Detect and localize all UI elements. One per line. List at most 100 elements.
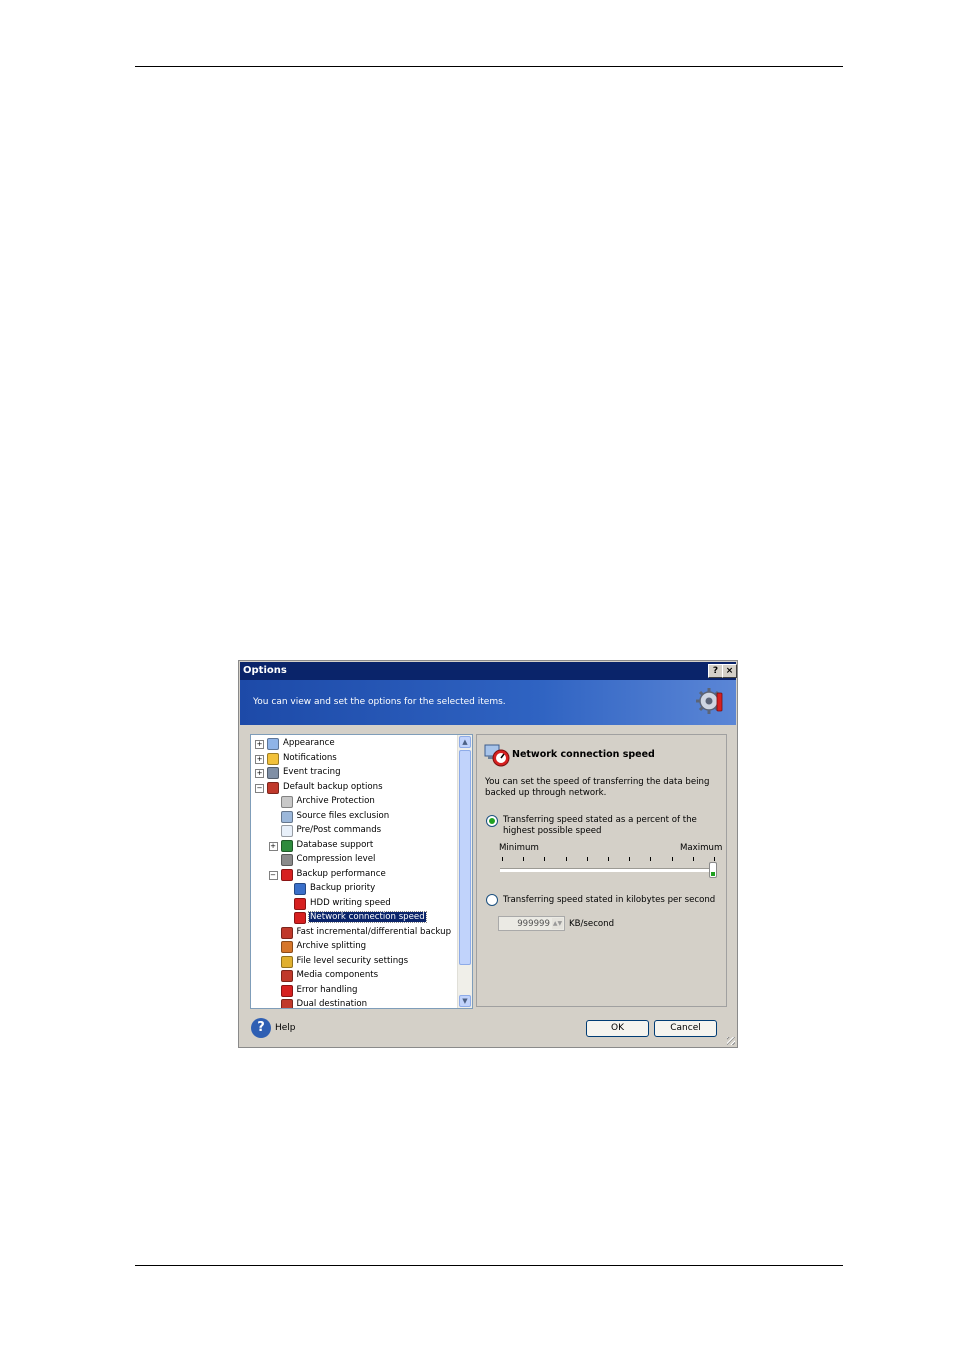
compression-icon (280, 854, 293, 866)
tree-item-label: Dual destination (296, 999, 368, 1009)
options-tree[interactable]: + Appearance + Notifications + Event tracing −… (250, 734, 473, 1009)
tree-item[interactable]: + Event tracing (251, 766, 461, 781)
collapse-icon[interactable]: − (255, 783, 264, 793)
exclusion-icon (280, 810, 293, 823)
resize-grip[interactable] (727, 1037, 735, 1045)
tree-item-label: Database support (296, 839, 374, 850)
tree-item[interactable]: Archive Protection (251, 795, 461, 810)
expand-icon[interactable]: + (268, 841, 278, 851)
cancel-button[interactable]: Cancel (654, 1020, 717, 1037)
header-rule (135, 66, 843, 67)
scroll-up-icon[interactable]: ▲ (459, 736, 471, 748)
fast-backup-icon (280, 926, 293, 939)
network-speed-icon (294, 912, 306, 924)
media-icon (280, 970, 293, 982)
tree-item[interactable]: HDD writing speed (251, 897, 461, 912)
tree-item-label: Compression level (296, 854, 376, 864)
expand-icon[interactable]: + (255, 754, 264, 764)
tree-item[interactable]: File level security settings (251, 955, 461, 970)
tree-item-label: Media components (296, 970, 379, 980)
tree-item-label: Notifications (283, 752, 337, 763)
backup-options-icon (267, 781, 279, 794)
help-icon[interactable]: ? (251, 1018, 271, 1038)
tree-item-label: Appearance (283, 738, 335, 748)
kbps-speed-label: Transferring speed stated in kilobytes p… (503, 895, 716, 905)
tree-item[interactable]: + Database support (251, 839, 461, 854)
close-button[interactable]: × (722, 664, 737, 678)
expand-icon[interactable]: + (255, 769, 264, 778)
scroll-thumb[interactable] (459, 750, 471, 965)
notifications-icon (267, 752, 279, 765)
tree-scrollbar[interactable]: ▲ ▼ (457, 735, 472, 1008)
tree-item-label: Archive Protection (296, 796, 375, 806)
tree-item[interactable]: Archive splitting (251, 940, 461, 955)
banner-text: You can view and set the options for the… (253, 697, 506, 707)
appearance-icon (267, 738, 279, 750)
panel-title: Network connection speed (512, 749, 655, 760)
slider-max-label: Maximum (680, 843, 723, 853)
footer-rule (135, 1265, 843, 1266)
dialog-title: Options (243, 665, 287, 676)
slider-tick (565, 857, 567, 861)
gear-icon (696, 688, 723, 714)
dual-destination-icon (280, 999, 293, 1008)
tree-item[interactable]: Compression level (251, 853, 461, 868)
expand-icon[interactable]: + (255, 740, 264, 749)
kbps-value-field[interactable]: 999999 ▲▼ (498, 916, 565, 931)
tree-item[interactable]: − Default backup options (251, 781, 461, 796)
priority-icon (294, 883, 306, 895)
commands-icon (280, 825, 293, 837)
tree-item[interactable]: + Notifications (251, 752, 461, 767)
slider-tick (523, 857, 525, 861)
speed-slider-thumb[interactable] (709, 862, 717, 878)
slider-tick (629, 857, 631, 861)
slider-tick (692, 857, 694, 861)
tree-item[interactable]: Fast incremental/differential backup (251, 926, 461, 941)
tree-item[interactable]: Dual destination (251, 998, 461, 1009)
tree-item[interactable]: Backup priority (251, 882, 461, 897)
tree-item[interactable]: Pre/Post commands (251, 824, 461, 839)
tree-item-label: HDD writing speed (310, 897, 391, 908)
slider-tick (714, 857, 715, 861)
tree-item-label: Backup priority (310, 883, 376, 893)
title-bar: Options ? × (240, 662, 737, 680)
slider-tick (650, 857, 652, 861)
tree-item-label: Network connection speed (308, 911, 427, 923)
percent-speed-radio[interactable] (486, 815, 498, 827)
panel-description: You can set the speed of transferring th… (485, 777, 710, 798)
tree-item-label: Archive splitting (296, 941, 367, 951)
tree-item-label: Default backup options (283, 781, 383, 792)
spinner-icon[interactable]: ▲▼ (552, 918, 563, 929)
tree-item[interactable]: + Appearance (251, 737, 461, 752)
slider-tick (502, 857, 503, 861)
kbps-unit-label: KB/second (569, 919, 615, 929)
options-dialog: Options ? × You can view and set the opt… (238, 660, 738, 1048)
slider-tick (586, 857, 588, 861)
tree-item[interactable]: − Backup performance (251, 868, 461, 883)
scroll-down-icon[interactable]: ▼ (459, 995, 471, 1007)
banner: You can view and set the options for the… (240, 680, 736, 725)
lock-icon (280, 796, 293, 808)
kbps-speed-radio[interactable] (486, 894, 498, 906)
kbps-value: 999999 (517, 919, 550, 929)
tree-item-label: File level security settings (296, 955, 409, 966)
settings-panel: Network connection speed You can set the… (476, 734, 727, 1007)
tree-item[interactable]: Network connection speed (251, 911, 461, 926)
shield-icon (280, 839, 293, 852)
tree-item-label: Fast incremental/differential backup (296, 926, 452, 937)
speed-slider-track[interactable] (500, 868, 717, 872)
help-link[interactable]: Help (275, 1023, 296, 1033)
tree-item[interactable]: Error handling (251, 984, 461, 999)
performance-icon (280, 868, 293, 881)
hdd-speed-icon (294, 897, 306, 910)
tree-item-label: Error handling (296, 984, 358, 995)
tree-item[interactable]: Media components (251, 969, 461, 984)
tree-item-label: Source files exclusion (296, 810, 390, 821)
tree-item-label: Pre/Post commands (296, 825, 382, 835)
help-title-button[interactable]: ? (708, 664, 723, 678)
error-icon (280, 984, 293, 997)
collapse-icon[interactable]: − (268, 870, 278, 880)
event-tracing-icon (267, 767, 279, 779)
tree-item[interactable]: Source files exclusion (251, 810, 461, 825)
ok-button[interactable]: OK (586, 1020, 649, 1037)
